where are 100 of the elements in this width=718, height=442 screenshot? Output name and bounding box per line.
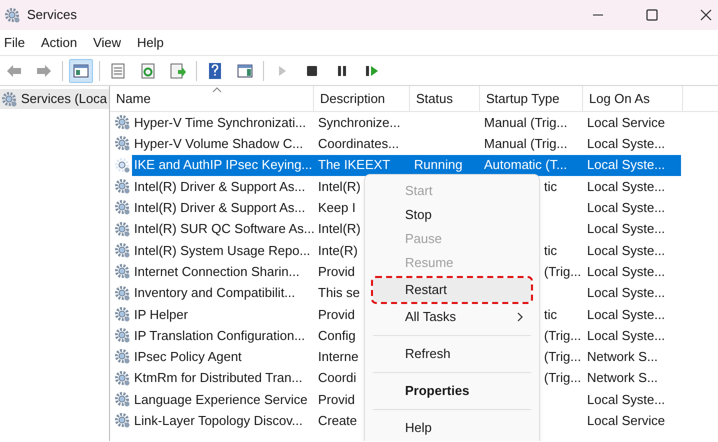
refresh-icon (139, 62, 157, 80)
table-cell-text: Local Syste... (587, 135, 666, 154)
table-cell-text: Interne (318, 348, 358, 366)
gear-icon (114, 199, 131, 216)
menu-item[interactable]: Help (373, 416, 531, 440)
gear-icon (114, 327, 131, 344)
table-cell-text: Local Syste... (587, 390, 666, 409)
table-cell-text: Create (318, 412, 358, 430)
table-cell-text: Automatic (T... (484, 156, 568, 174)
table-cell-text: Local Syste... (587, 242, 666, 260)
menu-item[interactable]: Stop (373, 203, 531, 227)
table-cell-text: Config (318, 326, 356, 345)
column-header[interactable]: Startup Type (480, 86, 583, 111)
table-cell-text: (Trig... (544, 326, 582, 345)
gear-icon (114, 178, 131, 196)
table-cell-text: Local Syste... (587, 262, 666, 281)
table-cell-text: tic (544, 306, 557, 324)
table-cell-text: Coordinates... (318, 135, 399, 154)
table-cell-text: IPsec Policy Agent (134, 348, 242, 366)
table-cell-text: (Trig... (544, 348, 582, 366)
tree-pane-icon (72, 62, 90, 80)
gear-icon (4, 6, 21, 24)
gear-icon (114, 391, 131, 408)
table-cell-text: The IKEEXT (318, 156, 390, 174)
table-cell-text: Hyper-V Volume Shadow C... (134, 135, 304, 154)
table-cell-text: This se (318, 284, 360, 302)
table-cell-text: Local Syste... (587, 178, 666, 196)
gear-icon (114, 284, 131, 302)
table-cell-text: Local Syste... (587, 284, 666, 302)
table-cell-text: Provid (318, 262, 355, 281)
table-cell-text: Inte(R) (318, 242, 358, 260)
table-cell-text: (Trig... (544, 262, 582, 281)
table-cell-text: IP Translation Configuration... (134, 326, 306, 345)
gear-icon (114, 263, 131, 280)
selected-row[interactable]: IKE and AuthIP IPsec Keying... The IKEEXT Running Automatic (T... Local Syste... (132, 154, 681, 176)
menu-item[interactable]: Restart (373, 278, 531, 302)
table-cell-text: Manual (Trig... (484, 114, 568, 132)
gear-icon (114, 156, 131, 174)
table-cell-text: Coordi (318, 369, 356, 388)
table-cell-text: Internet Connection Sharin... (134, 262, 300, 281)
menu-item[interactable]: Refresh (373, 342, 531, 366)
table-cell-text: Link-Layer Topology Discov... (134, 412, 303, 430)
table-cell-text: Local Service (587, 114, 666, 132)
column-header[interactable]: Description (314, 86, 410, 111)
column-header[interactable]: Status (410, 86, 480, 111)
table-cell-text: Keep I (318, 199, 356, 218)
table-cell-text: Provid (318, 390, 355, 409)
table-cell-text: Local Syste... (587, 306, 666, 324)
export-icon (169, 62, 187, 80)
table-cell-text: Hyper-V Time Synchronizati... (134, 114, 306, 132)
table-cell-text: Language Experience Service (134, 390, 308, 409)
table-cell-text: Running (414, 156, 462, 174)
menu-item[interactable]: Help (137, 32, 164, 52)
gear-icon (1, 90, 18, 108)
gear-icon (114, 370, 131, 387)
gear-icon (114, 135, 131, 152)
table-cell-text: Network S... (587, 369, 658, 388)
table-cell-text: Local Syste... (587, 156, 666, 174)
chevron-icon (517, 312, 523, 322)
action-pane-icon (236, 62, 254, 80)
table-cell-text: Provid (318, 306, 355, 324)
window-title: Services (27, 6, 77, 24)
table-cell-text: Local Syste... (587, 199, 666, 218)
table-cell-text: Intel(R) System Usage Repo... (134, 242, 310, 260)
tree-item[interactable]: Services (Loca (0, 89, 109, 109)
menu-item[interactable]: File (4, 32, 25, 52)
menu-item[interactable]: Action (40, 32, 78, 52)
gear-icon (114, 220, 131, 238)
table-cell-text: Intel(R) (318, 178, 361, 196)
help-icon (206, 62, 224, 80)
table-cell-text: Local Syste... (587, 220, 666, 238)
gear-icon (114, 114, 131, 132)
tree-pane-button[interactable] (69, 58, 93, 82)
gear-icon (114, 242, 131, 259)
menu-item[interactable]: All Tasks (373, 305, 531, 329)
table-cell-text: IKE and AuthIP IPsec Keying... (134, 156, 312, 174)
table-cell-text: Inventory and Compatibilit... (134, 284, 296, 302)
table-cell-text: Intel(R) SUR QC Software As... (134, 220, 315, 238)
table-cell-text: Intel(R) (318, 220, 361, 238)
table-cell-text: tic (544, 178, 557, 196)
properties-icon (109, 62, 127, 80)
gear-icon (114, 348, 131, 366)
gear-icon (114, 306, 131, 323)
gear-icon (114, 412, 131, 430)
table-cell-text: Synchronize... (318, 114, 400, 132)
menu-item[interactable]: Properties (373, 379, 531, 403)
table-cell-text: tic (544, 242, 557, 260)
table-cell-text: Intel(R) Driver & Support As... (134, 199, 306, 218)
table-cell-text: Local Service (587, 412, 666, 430)
table-cell-text: KtmRm for Distributed Tran... (134, 369, 302, 388)
close-icon[interactable] (700, 9, 712, 21)
menu-item[interactable]: View (93, 32, 122, 52)
maximize-icon[interactable] (646, 9, 658, 21)
table-cell-text: Network S... (587, 348, 658, 366)
table-cell-text: (Trig... (544, 369, 582, 388)
column-header[interactable]: Log On As (583, 86, 683, 111)
table-cell-text: Intel(R) Driver & Support As... (134, 178, 306, 196)
table-cell-text: Manual (Trig... (484, 135, 568, 154)
table-cell-text: IP Helper (134, 306, 188, 324)
column-header[interactable]: Name (110, 86, 314, 111)
